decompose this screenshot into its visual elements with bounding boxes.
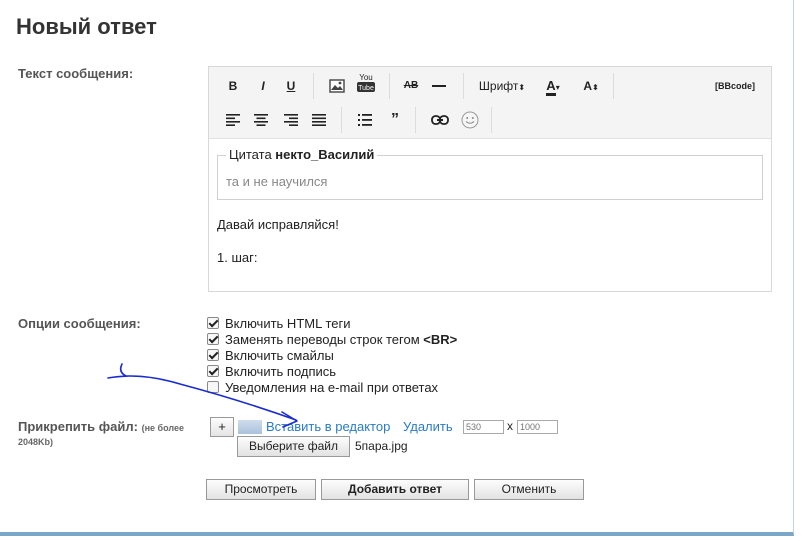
message-editor[interactable]: B I U You Tube AB Шрифт⬍ A▾ A⬍ [BBcode] [208, 66, 772, 292]
option-label-suffix: <BR> [423, 331, 458, 347]
align-left-icon[interactable] [223, 109, 243, 131]
checkbox[interactable] [207, 381, 219, 393]
underline-button[interactable]: U [281, 75, 301, 97]
option-label: Включить подпись [225, 363, 337, 379]
font-select-label: Шрифт [478, 79, 519, 93]
content-line: 1. шаг: [217, 250, 258, 265]
strike-icon[interactable]: AB [401, 75, 421, 97]
align-justify-icon[interactable] [309, 109, 329, 131]
option-signature[interactable]: Включить подпись [207, 363, 457, 379]
option-label: Уведомления на e-mail при ответах [225, 379, 439, 395]
size-separator: x [507, 419, 513, 433]
attach-note: (не более [141, 423, 184, 433]
preview-button[interactable]: Просмотреть [206, 479, 316, 500]
height-input[interactable] [517, 420, 558, 434]
checkbox[interactable] [207, 349, 219, 361]
bold-button[interactable]: B [223, 75, 243, 97]
submit-button[interactable]: Добавить ответ [321, 479, 469, 500]
youtube-icon[interactable]: You Tube [355, 72, 377, 98]
quote-label: Цитата [229, 147, 272, 162]
checkbox[interactable] [207, 333, 219, 345]
smile-icon[interactable] [459, 109, 481, 131]
font-size-button[interactable]: A⬍ [577, 75, 605, 97]
font-color-label: A [546, 78, 556, 96]
option-br[interactable]: Заменять переводы строк тегом <BR> [207, 331, 457, 347]
quote-text: та и не научился [226, 174, 328, 189]
checkbox[interactable] [207, 365, 219, 377]
quote-block: Цитата некто_Василий та и не научился [217, 147, 763, 200]
hr-icon[interactable] [429, 75, 449, 97]
option-label: Заменять переводы строк тегом [225, 331, 420, 347]
options-list: Включить HTML теги Заменять переводы стр… [207, 315, 457, 395]
message-label: Текст сообщения: [18, 66, 134, 81]
font-color-button[interactable]: A▾ [539, 75, 567, 97]
list-icon[interactable] [355, 109, 375, 131]
file-name: 5пара.jpg [355, 439, 408, 453]
page-title: Новый ответ [16, 14, 157, 39]
width-input[interactable] [463, 420, 504, 434]
align-right-icon[interactable] [281, 109, 301, 131]
quote-author: некто_Василий [275, 147, 375, 162]
attach-label: Прикрепить файл: (не более [18, 419, 184, 434]
attach-note-2: 2048Kb) [18, 437, 54, 447]
image-icon[interactable] [327, 75, 347, 97]
align-center-icon[interactable] [251, 109, 271, 131]
quote-icon[interactable]: ” [385, 109, 405, 131]
italic-button[interactable]: I [253, 75, 273, 97]
thumbnail-image [238, 420, 262, 434]
bbcode-toggle[interactable]: [BBcode] [713, 75, 757, 97]
font-select[interactable]: Шрифт⬍ [475, 75, 529, 97]
insert-into-editor-link[interactable]: Вставить в редактор [266, 419, 390, 434]
svg-text:You: You [359, 73, 373, 82]
cancel-button[interactable]: Отменить [474, 479, 584, 500]
options-label: Опции сообщения: [18, 316, 141, 331]
editor-toolbar: B I U You Tube AB Шрифт⬍ A▾ A⬍ [BBcode] [209, 67, 771, 139]
add-file-button[interactable]: + [210, 417, 234, 437]
link-icon[interactable] [429, 109, 451, 131]
quote-legend: Цитата некто_Василий [226, 147, 378, 162]
checkbox[interactable] [207, 317, 219, 329]
content-line: Давай исправляйся! [217, 217, 339, 232]
font-size-label: A [583, 79, 592, 93]
option-label: Включить смайлы [225, 347, 334, 363]
delete-link[interactable]: Удалить [403, 419, 453, 434]
svg-text:Tube: Tube [358, 85, 374, 92]
option-smiles[interactable]: Включить смайлы [207, 347, 457, 363]
choose-file-button[interactable]: Выберите файл [237, 436, 350, 457]
attach-label-text: Прикрепить файл: [18, 419, 138, 434]
option-label: Включить HTML теги [225, 315, 351, 331]
option-email[interactable]: Уведомления на e-mail при ответах [207, 379, 457, 395]
option-html[interactable]: Включить HTML теги [207, 315, 457, 331]
